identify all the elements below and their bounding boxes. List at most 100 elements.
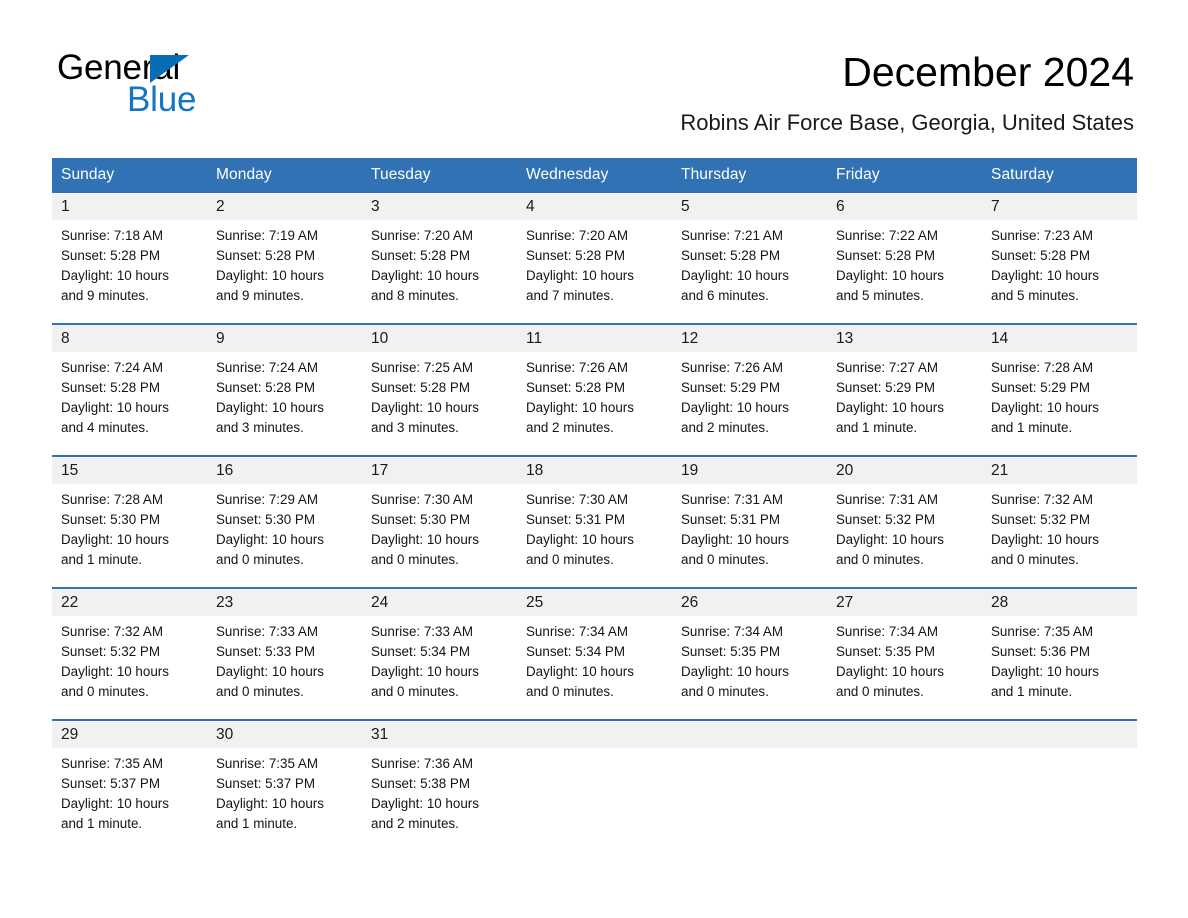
day-number-cell[interactable]: 2 [207, 193, 362, 220]
daylight-text-line1: Daylight: 10 hours [371, 268, 479, 283]
day-number-cell[interactable]: 22 [52, 587, 207, 616]
sunrise-text: Sunrise: 7:19 AM [216, 228, 318, 243]
day-detail-cell: Sunrise: 7:20 AM Sunset: 5:28 PM Daylight:… [362, 220, 517, 324]
daylight-text-line2: and 1 minute. [61, 552, 143, 567]
day-detail-cell: Sunrise: 7:25 AM Sunset: 5:28 PM Daylight:… [362, 352, 517, 456]
day-number-cell[interactable]: 21 [982, 455, 1137, 484]
day-sun-info: Sunrise: 7:32 AM Sunset: 5:32 PM Daylight:… [991, 490, 1127, 570]
day-number-cell-empty [827, 719, 982, 748]
day-detail-cell: Sunrise: 7:28 AM Sunset: 5:29 PM Daylight:… [982, 352, 1137, 456]
day-number-cell[interactable]: 28 [982, 587, 1137, 616]
daylight-text-line2: and 8 minutes. [371, 288, 459, 303]
day-number-cell[interactable]: 9 [207, 323, 362, 352]
day-number-cell[interactable]: 1 [52, 193, 207, 220]
day-sun-info: Sunrise: 7:24 AM Sunset: 5:28 PM Daylight:… [216, 358, 352, 438]
daylight-text-line2: and 1 minute. [61, 816, 143, 831]
day-detail-cell: Sunrise: 7:27 AM Sunset: 5:29 PM Daylight:… [827, 352, 982, 456]
day-number-cell[interactable]: 13 [827, 323, 982, 352]
day-number-cell[interactable]: 23 [207, 587, 362, 616]
day-number-cell[interactable]: 12 [672, 323, 827, 352]
day-number-cell[interactable]: 25 [517, 587, 672, 616]
week-daynumber-row: 1234567 [52, 193, 1137, 220]
daylight-text-line2: and 0 minutes. [216, 684, 304, 699]
day-detail-cell: Sunrise: 7:26 AM Sunset: 5:28 PM Daylight:… [517, 352, 672, 456]
daylight-text-line2: and 0 minutes. [371, 552, 459, 567]
daylight-text-line2: and 2 minutes. [371, 816, 459, 831]
day-number-cell[interactable]: 20 [827, 455, 982, 484]
day-detail-cell: Sunrise: 7:32 AM Sunset: 5:32 PM Daylight:… [982, 484, 1137, 588]
daylight-text-line2: and 1 minute. [991, 420, 1073, 435]
daylight-text-line1: Daylight: 10 hours [991, 400, 1099, 415]
day-sun-info: Sunrise: 7:20 AM Sunset: 5:28 PM Daylight:… [371, 226, 507, 306]
sunset-text: Sunset: 5:35 PM [681, 644, 780, 659]
sunrise-text: Sunrise: 7:36 AM [371, 756, 473, 771]
sunset-text: Sunset: 5:36 PM [991, 644, 1090, 659]
week-detail-row: Sunrise: 7:24 AM Sunset: 5:28 PM Daylight:… [52, 352, 1137, 456]
day-sun-info: Sunrise: 7:30 AM Sunset: 5:31 PM Daylight:… [526, 490, 662, 570]
day-detail-cell: Sunrise: 7:35 AM Sunset: 5:37 PM Daylight:… [207, 748, 362, 846]
day-number-cell[interactable]: 5 [672, 193, 827, 220]
day-number-cell[interactable]: 24 [362, 587, 517, 616]
day-sun-info: Sunrise: 7:34 AM Sunset: 5:35 PM Daylight:… [836, 622, 972, 702]
day-number-cell[interactable]: 17 [362, 455, 517, 484]
day-sun-info: Sunrise: 7:35 AM Sunset: 5:36 PM Daylight:… [991, 622, 1127, 702]
day-detail-cell: Sunrise: 7:19 AM Sunset: 5:28 PM Daylight:… [207, 220, 362, 324]
sunset-text: Sunset: 5:28 PM [526, 248, 625, 263]
day-number-cell[interactable]: 27 [827, 587, 982, 616]
sunset-text: Sunset: 5:38 PM [371, 776, 470, 791]
sunrise-text: Sunrise: 7:21 AM [681, 228, 783, 243]
day-sun-info: Sunrise: 7:35 AM Sunset: 5:37 PM Daylight:… [216, 754, 352, 834]
daylight-text-line2: and 9 minutes. [61, 288, 149, 303]
day-number-cell[interactable]: 26 [672, 587, 827, 616]
day-number-cell[interactable]: 3 [362, 193, 517, 220]
day-sun-info: Sunrise: 7:24 AM Sunset: 5:28 PM Daylight:… [61, 358, 197, 438]
daylight-text-line2: and 7 minutes. [526, 288, 614, 303]
day-number-cell[interactable]: 6 [827, 193, 982, 220]
day-number-cell[interactable]: 7 [982, 193, 1137, 220]
daylight-text-line1: Daylight: 10 hours [681, 664, 789, 679]
day-sun-info: Sunrise: 7:29 AM Sunset: 5:30 PM Daylight:… [216, 490, 352, 570]
week-daynumber-row: 29 30 31 [52, 719, 1137, 748]
day-number-cell[interactable]: 8 [52, 323, 207, 352]
day-sun-info: Sunrise: 7:28 AM Sunset: 5:30 PM Daylight:… [61, 490, 197, 570]
day-sun-info: Sunrise: 7:30 AM Sunset: 5:30 PM Daylight:… [371, 490, 507, 570]
daylight-text-line1: Daylight: 10 hours [371, 532, 479, 547]
sunrise-text: Sunrise: 7:35 AM [61, 756, 163, 771]
day-sun-info: Sunrise: 7:36 AM Sunset: 5:38 PM Daylight:… [371, 754, 507, 834]
sunset-text: Sunset: 5:28 PM [61, 380, 160, 395]
daylight-text-line2: and 1 minute. [836, 420, 918, 435]
sunrise-text: Sunrise: 7:29 AM [216, 492, 318, 507]
day-detail-cell-empty [827, 748, 982, 846]
sunrise-text: Sunrise: 7:20 AM [371, 228, 473, 243]
day-number-cell[interactable]: 16 [207, 455, 362, 484]
calendar-body: 1 2 3 4 5 6 7 Sunrise: 7:18 AM Sunset: 5:28 PM Da… [52, 193, 1137, 846]
day-sun-info: Sunrise: 7:26 AM Sunset: 5:28 PM Daylight:… [526, 358, 662, 438]
day-number-cell[interactable]: 15 [52, 455, 207, 484]
day-number-cell[interactable]: 31 [362, 719, 517, 748]
sunrise-text: Sunrise: 7:26 AM [526, 360, 628, 375]
day-number-cell[interactable]: 29 [52, 719, 207, 748]
day-number-cell[interactable]: 19 [672, 455, 827, 484]
day-detail-cell: Sunrise: 7:18 AM Sunset: 5:28 PM Daylight:… [52, 220, 207, 324]
day-number-cell[interactable]: 4 [517, 193, 672, 220]
daylight-text-line2: and 5 minutes. [836, 288, 924, 303]
day-number-cell[interactable]: 10 [362, 323, 517, 352]
sunset-text: Sunset: 5:37 PM [216, 776, 315, 791]
sunrise-text: Sunrise: 7:35 AM [991, 624, 1093, 639]
day-detail-cell: Sunrise: 7:33 AM Sunset: 5:33 PM Daylight:… [207, 616, 362, 720]
sunrise-text: Sunrise: 7:34 AM [681, 624, 783, 639]
daylight-text-line1: Daylight: 10 hours [526, 268, 634, 283]
day-number-cell[interactable]: 11 [517, 323, 672, 352]
daylight-text-line1: Daylight: 10 hours [61, 400, 169, 415]
day-number-cell[interactable]: 14 [982, 323, 1137, 352]
day-detail-cell: Sunrise: 7:26 AM Sunset: 5:29 PM Daylight:… [672, 352, 827, 456]
daylight-text-line2: and 0 minutes. [216, 552, 304, 567]
day-number-cell[interactable]: 30 [207, 719, 362, 748]
daylight-text-line1: Daylight: 10 hours [681, 400, 789, 415]
sunset-text: Sunset: 5:29 PM [991, 380, 1090, 395]
daylight-text-line1: Daylight: 10 hours [216, 400, 324, 415]
day-number-cell[interactable]: 18 [517, 455, 672, 484]
daylight-text-line2: and 2 minutes. [681, 420, 769, 435]
general-blue-logo: General Blue [57, 48, 317, 120]
week-daynumber-row: 8 9 10 11 12 13 14 [52, 323, 1137, 352]
